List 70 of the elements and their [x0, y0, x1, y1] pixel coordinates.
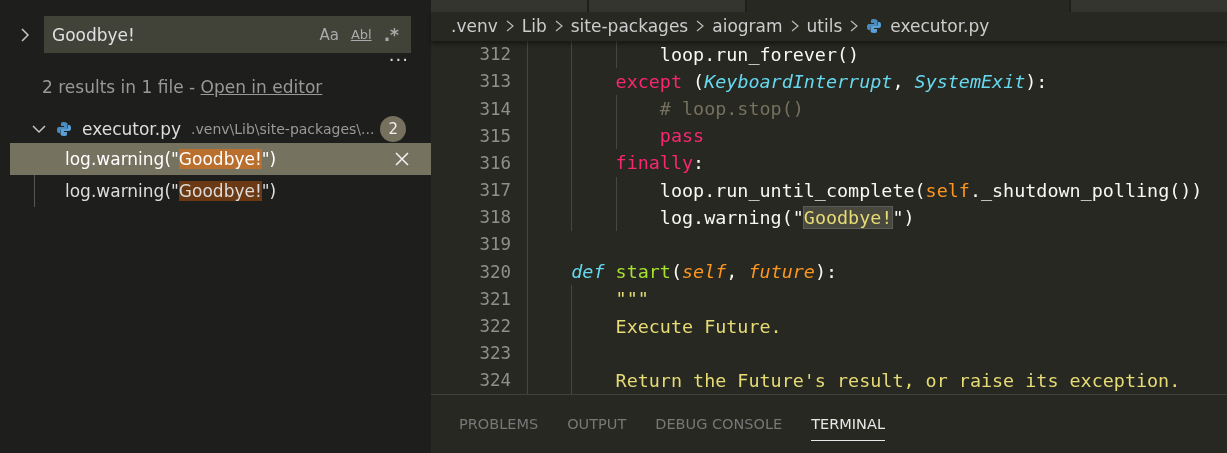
chevron-right-icon — [696, 20, 705, 33]
breadcrumb-item[interactable]: utils — [806, 16, 843, 37]
code-text: , — [892, 70, 905, 92]
open-in-editor-link[interactable]: Open in editor — [200, 77, 323, 97]
line-number: 318 — [478, 207, 511, 228]
code-text: loop.run_until_complete( — [658, 179, 926, 201]
line-number: 323 — [478, 343, 511, 364]
search-option-toggle[interactable]: .* — [383, 24, 399, 45]
results-summary: 2 results in 1 file - — [42, 77, 197, 97]
code-text: ( — [692, 70, 705, 92]
chevron-right-icon — [505, 20, 514, 33]
search-option-toggle[interactable]: Aa — [319, 25, 339, 44]
search-field[interactable]: Goodbye! Aa Abl .* — [44, 16, 411, 53]
chevron-right-icon[interactable] — [20, 27, 30, 42]
file-name[interactable]: executor.py — [82, 119, 182, 139]
line-number: 322 — [478, 316, 511, 337]
breadcrumb-item[interactable]: Lib — [521, 16, 547, 37]
self-keyword: self — [925, 179, 970, 201]
code-text: ( — [670, 261, 683, 283]
code-text: : — [693, 152, 705, 174]
line-number: 319 — [478, 234, 511, 255]
search-match: Goodbye! — [803, 206, 893, 228]
code-text: ): — [1025, 70, 1048, 92]
type-name: KeyboardInterrupt — [704, 70, 893, 92]
chevron-down-icon[interactable] — [32, 124, 46, 134]
search-option-toggle[interactable]: Abl — [350, 27, 372, 42]
parameter: self — [682, 261, 727, 283]
type-name: SystemExit — [914, 70, 1026, 92]
match-count-badge: 2 — [380, 116, 407, 142]
code-text: ): — [814, 261, 838, 283]
line-number: 320 — [478, 261, 511, 282]
string-literal: """ — [614, 288, 649, 310]
python-file-icon — [56, 121, 72, 137]
line-number: 317 — [478, 180, 511, 201]
keyword: finally — [614, 152, 694, 174]
line-number: 312 — [478, 44, 511, 65]
close-icon[interactable] — [395, 152, 409, 166]
line-number: 324 — [478, 370, 511, 391]
python-file-icon — [866, 18, 883, 35]
code-text: ") — [892, 206, 915, 228]
code-text: loop.run_forever() — [658, 43, 860, 65]
line-number: 315 — [478, 125, 511, 146]
breadcrumb-item[interactable]: .venv — [451, 16, 498, 37]
panel-tab[interactable]: TERMINAL — [811, 407, 885, 441]
keyword: except — [614, 70, 682, 92]
string-literal: Execute Future. — [614, 315, 782, 337]
code-text: , — [726, 261, 739, 283]
function-name: start — [615, 261, 671, 283]
editor-tab[interactable] — [431, 0, 588, 12]
def-keyword: def — [570, 261, 606, 283]
parameter: future — [748, 261, 815, 283]
breadcrumb-item[interactable]: site-packages — [570, 16, 689, 37]
line-number: 314 — [478, 98, 511, 119]
line-number: 316 — [478, 152, 511, 173]
keyword: pass — [658, 125, 705, 147]
string-literal: Return the Future's result, or raise its exception. — [614, 369, 1181, 391]
code-text: ._shutdown_polling()) — [969, 179, 1203, 201]
code-comment: # loop.stop() — [658, 98, 804, 120]
breadcrumb-item[interactable]: executor.py — [890, 16, 990, 37]
chevron-right-icon — [554, 20, 563, 33]
chevron-right-icon — [790, 20, 799, 33]
line-number: 313 — [478, 71, 511, 92]
file-path: .venv\Lib\site-packages\... — [191, 121, 375, 137]
chevron-right-icon — [850, 20, 859, 33]
search-result-item[interactable]: log.warning("Goodbye!") — [10, 175, 431, 207]
code-text: log.warning(" — [658, 206, 804, 228]
search-result-item[interactable]: log.warning("Goodbye!") — [10, 143, 431, 175]
breadcrumb-item[interactable]: aiogram — [712, 16, 783, 37]
line-number: 321 — [478, 288, 511, 309]
more-actions-button[interactable]: ··· — [388, 53, 409, 71]
